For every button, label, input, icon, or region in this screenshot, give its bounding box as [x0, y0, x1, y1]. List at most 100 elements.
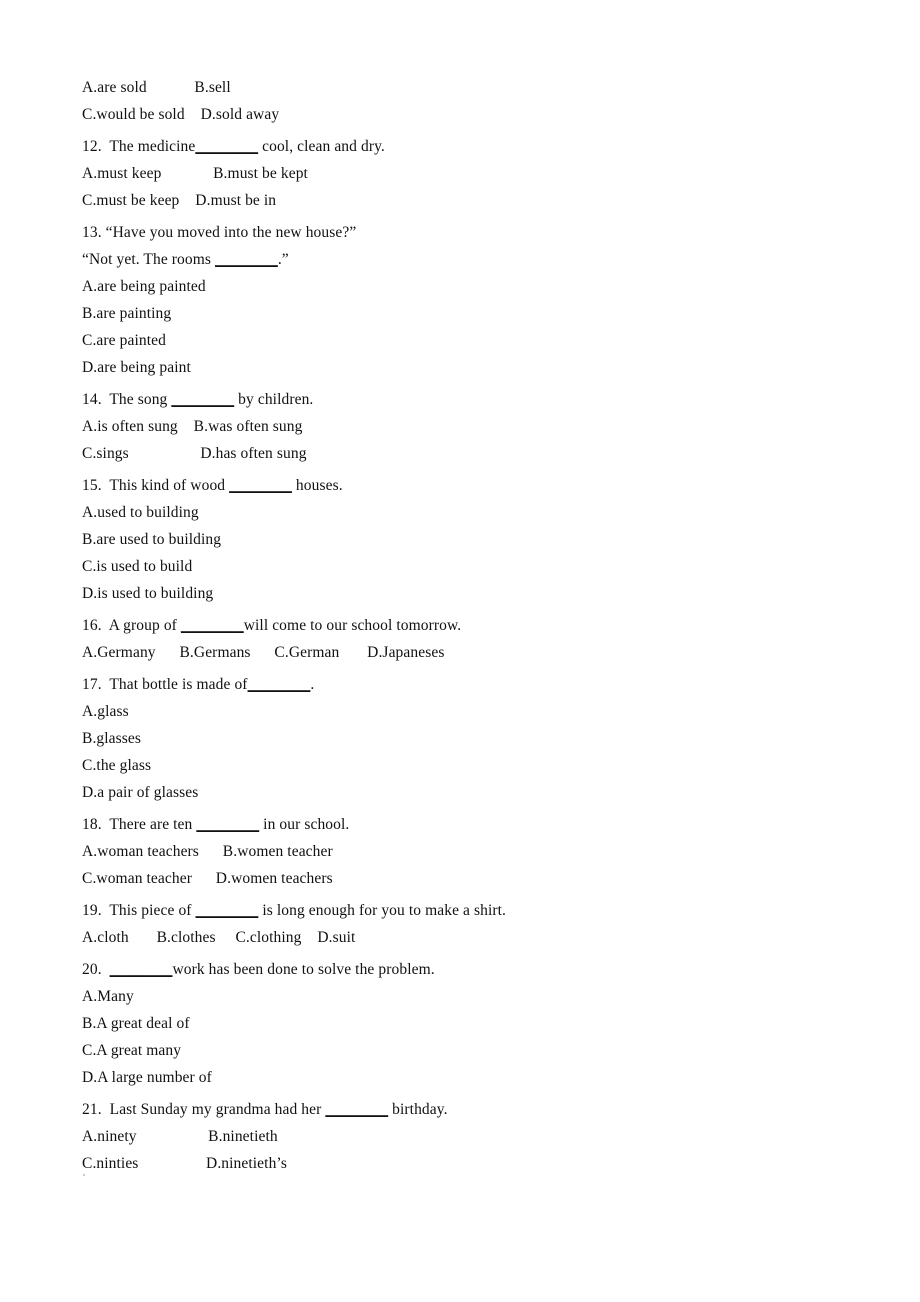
fill-in-blank[interactable]: ________	[110, 961, 173, 978]
scan-speck-artifact	[83, 1174, 85, 1176]
fill-in-blank[interactable]: ________	[229, 477, 292, 494]
answer-option-row: A.must keep B.must be kept	[82, 160, 862, 187]
worksheet-page: A.are sold B.sell C.would be sold D.sold …	[0, 0, 920, 1302]
option-text[interactable]: B.A great deal of	[82, 1015, 190, 1032]
option-text[interactable]: D.a pair of glasses	[82, 784, 198, 801]
answer-option-row: A.Germany B.Germans C.German D.Japaneses	[82, 639, 862, 666]
question-stem: 16. A group of ________will come to our …	[82, 612, 862, 639]
option-text[interactable]: A.must keep B.must be kept	[82, 165, 308, 182]
option-text[interactable]: A.used to building	[82, 504, 199, 521]
stem-text-after-blank: .”	[277, 251, 289, 268]
option-text[interactable]: A.Germany B.Germans C.German D.Japaneses	[82, 644, 444, 661]
option-text[interactable]: A.is often sung B.was often sung	[82, 418, 303, 435]
stem-text-before-blank: 16. A group of	[82, 617, 181, 634]
fill-in-blank[interactable]: ________	[196, 816, 259, 833]
option-text[interactable]: C.A great many	[82, 1042, 181, 1059]
option-text[interactable]: A.are sold B.sell	[82, 79, 231, 96]
answer-option-row: D.are being paint	[82, 354, 862, 381]
answer-option-row: A.are being painted	[82, 273, 862, 300]
option-text[interactable]: A.are being painted	[82, 278, 206, 295]
question-stem: 19. This piece of ________ is long enoug…	[82, 897, 862, 924]
answer-option-row: A.glass	[82, 698, 862, 725]
stem-text-after-blank: houses.	[291, 477, 343, 494]
answer-option-row: C.woman teacher D.women teachers	[82, 865, 862, 892]
answer-option-row: A.woman teachers B.women teacher	[82, 838, 862, 865]
question-stem: “Not yet. The rooms ________.”	[82, 246, 862, 273]
option-text[interactable]: C.is used to build	[82, 558, 192, 575]
question-stem: 14. The song ________ by children.	[82, 386, 862, 413]
question-stem: 20. ________work has been done to solve …	[82, 956, 862, 983]
answer-option-row: C.are painted	[82, 327, 862, 354]
option-text[interactable]: C.the glass	[82, 757, 151, 774]
option-text[interactable]: C.sings D.has often sung	[82, 445, 307, 462]
stem-text-after-blank: is long enough for you to make a shirt.	[258, 902, 507, 919]
fill-in-blank[interactable]: ________	[215, 251, 278, 268]
option-text[interactable]: C.woman teacher D.women teachers	[82, 870, 333, 887]
stem-text-after-blank: birthday.	[388, 1101, 448, 1118]
option-text[interactable]: A.cloth B.clothes C.clothing D.suit	[82, 929, 355, 946]
option-text[interactable]: C.would be sold D.sold away	[82, 106, 279, 123]
stem-text-before-blank: 12. The medicine	[82, 138, 196, 155]
option-text[interactable]: A.glass	[82, 703, 129, 720]
stem-text-after-blank: work has been done to solve the problem.	[172, 961, 435, 978]
answer-option-row: B.A great deal of	[82, 1010, 862, 1037]
stem-text-before-blank: 15. This kind of wood	[82, 477, 230, 494]
stem-text-before-blank: 20.	[82, 961, 110, 978]
stem-text-before-blank: 14. The song	[82, 391, 172, 408]
option-text[interactable]: A.woman teachers B.women teacher	[82, 843, 333, 860]
stem-text-before-blank: 18. There are ten	[82, 816, 197, 833]
fill-in-blank[interactable]: ________	[196, 902, 259, 919]
answer-option-row: C.must be keep D.must be in	[82, 187, 862, 214]
answer-option-row: A.used to building	[82, 499, 862, 526]
answer-option-row: C.would be sold D.sold away	[82, 101, 862, 128]
question-stem: 18. There are ten ________ in our school…	[82, 811, 862, 838]
answer-option-row: B.glasses	[82, 725, 862, 752]
question-list: A.are sold B.sell C.would be sold D.sold …	[82, 74, 862, 1177]
answer-option-row: C.is used to build	[82, 553, 862, 580]
fill-in-blank[interactable]: ________	[171, 391, 234, 408]
answer-option-row: C.the glass	[82, 752, 862, 779]
fill-in-blank[interactable]: ________	[195, 138, 258, 155]
answer-option-row: D.is used to building	[82, 580, 862, 607]
answer-option-row: B.are painting	[82, 300, 862, 327]
answer-option-row: C.A great many	[82, 1037, 862, 1064]
answer-option-row: A.is often sung B.was often sung	[82, 413, 862, 440]
question-stem: 13. “Have you moved into the new house?”	[82, 219, 862, 246]
option-text[interactable]: C.must be keep D.must be in	[82, 192, 276, 209]
answer-option-row: C.ninties D.ninetieth’s	[82, 1150, 862, 1177]
answer-option-row: C.sings D.has often sung	[82, 440, 862, 467]
stem-text-before-blank: “Not yet. The rooms	[82, 251, 216, 268]
option-text[interactable]: B.are painting	[82, 305, 171, 322]
stem-text-after-blank: in our school.	[259, 816, 350, 833]
option-text[interactable]: A.ninety B.ninetieth	[82, 1128, 278, 1145]
answer-option-row: A.are sold B.sell	[82, 74, 862, 101]
question-stem: 15. This kind of wood ________ houses.	[82, 472, 862, 499]
fill-in-blank[interactable]: ________	[248, 676, 311, 693]
answer-option-row: A.Many	[82, 983, 862, 1010]
stem-text-after-blank: will come to our school tomorrow.	[243, 617, 462, 634]
option-text[interactable]: A.Many	[82, 988, 134, 1005]
option-text[interactable]: B.glasses	[82, 730, 141, 747]
stem-text-before-blank: 17. That bottle is made of	[82, 676, 248, 693]
option-text[interactable]: D.are being paint	[82, 359, 191, 376]
answer-option-row: A.ninety B.ninetieth	[82, 1123, 862, 1150]
option-text[interactable]: B.are used to building	[82, 531, 221, 548]
question-stem: 12. The medicine________ cool, clean and…	[82, 133, 862, 160]
stem-text-before-blank: 19. This piece of	[82, 902, 196, 919]
fill-in-blank[interactable]: ________	[325, 1101, 388, 1118]
option-text[interactable]: C.are painted	[82, 332, 166, 349]
option-text[interactable]: D.is used to building	[82, 585, 213, 602]
fill-in-blank[interactable]: ________	[181, 617, 244, 634]
option-text[interactable]: D.A large number of	[82, 1069, 212, 1086]
stem-text-after-blank: cool, clean and dry.	[258, 138, 385, 155]
stem-text-before-blank: 21. Last Sunday my grandma had her	[82, 1101, 326, 1118]
answer-option-row: D.a pair of glasses	[82, 779, 862, 806]
answer-option-row: B.are used to building	[82, 526, 862, 553]
option-text[interactable]: C.ninties D.ninetieth’s	[82, 1155, 287, 1172]
question-stem: 21. Last Sunday my grandma had her _____…	[82, 1096, 862, 1123]
answer-option-row: D.A large number of	[82, 1064, 862, 1091]
stem-text-after-blank: by children.	[234, 391, 314, 408]
answer-option-row: A.cloth B.clothes C.clothing D.suit	[82, 924, 862, 951]
stem-text-after-blank: .	[310, 676, 315, 693]
stem-text: 13. “Have you moved into the new house?”	[82, 224, 357, 241]
